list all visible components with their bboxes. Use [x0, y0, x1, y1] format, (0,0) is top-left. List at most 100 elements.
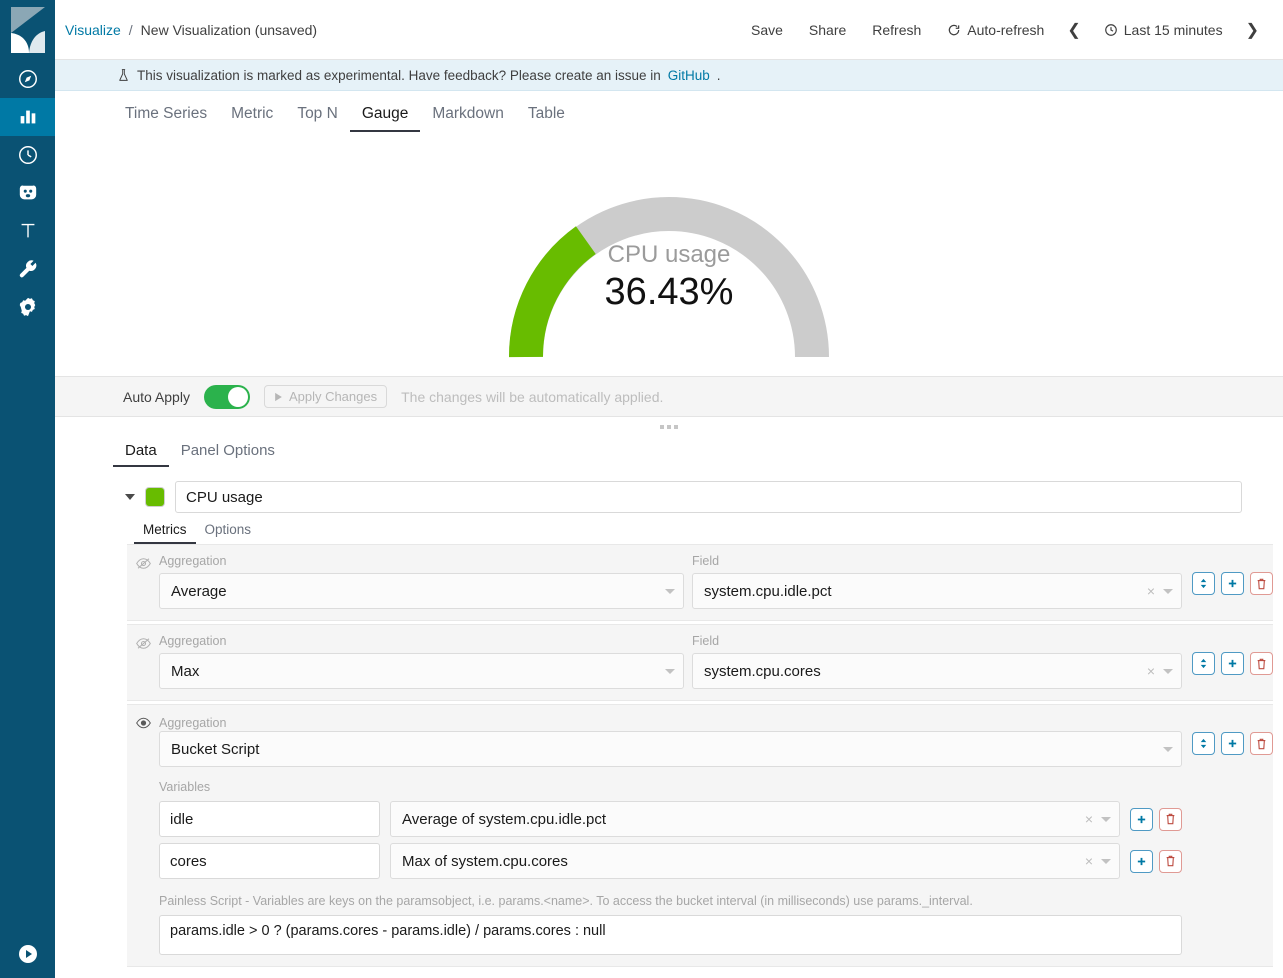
reorder-button[interactable] [1192, 732, 1215, 755]
reorder-button[interactable] [1192, 652, 1215, 675]
variable-metric-select[interactable]: Max of system.cpu.cores × [390, 843, 1120, 879]
tab-time-series[interactable]: Time Series [113, 100, 219, 133]
auto-refresh-button[interactable]: Auto-refresh [934, 22, 1057, 38]
subtab-metrics[interactable]: Metrics [134, 519, 196, 545]
top-bar-actions: Save Share Refresh Auto-refresh ❮ Last 1… [738, 20, 1269, 40]
share-button[interactable]: Share [796, 22, 859, 38]
auto-apply-toggle[interactable] [204, 385, 250, 409]
delete-metric-button[interactable] [1250, 572, 1273, 595]
clear-icon[interactable]: × [1077, 853, 1101, 869]
tab-panel-options[interactable]: Panel Options [169, 438, 287, 467]
field-select[interactable]: system.cpu.idle.pct × [692, 573, 1182, 609]
reorder-button[interactable] [1192, 572, 1215, 595]
field-value: system.cpu.idle.pct [704, 583, 1139, 600]
time-next-button[interactable]: ❯ [1236, 20, 1269, 40]
tab-top-n[interactable]: Top N [285, 100, 350, 133]
clear-icon[interactable]: × [1077, 811, 1101, 827]
sidebar-item-discover[interactable] [0, 60, 55, 98]
aggregation-value: Average [171, 583, 665, 600]
top-bar: Visualize / New Visualization (unsaved) … [55, 0, 1283, 60]
series-subtabs: Metrics Options [55, 513, 1283, 544]
toggle-visibility-button[interactable] [127, 714, 159, 729]
auto-apply-bar: Auto Apply Apply Changes The changes wil… [55, 376, 1283, 417]
metric-row-fields: Aggregation Average Field system.cpu.idl… [159, 554, 1192, 609]
sidebar-spacer [0, 326, 55, 930]
editor-tabs: Data Panel Options [55, 431, 1283, 467]
github-link[interactable]: GitHub [668, 68, 710, 83]
kibana-logo[interactable] [0, 0, 55, 60]
add-metric-button[interactable] [1221, 652, 1244, 675]
aggregation-select[interactable]: Average [159, 573, 684, 609]
clock-icon [1104, 23, 1118, 37]
variable-name-input[interactable] [159, 801, 380, 837]
toggle-visibility-button[interactable] [127, 634, 159, 650]
chevron-down-icon [665, 669, 675, 674]
aggregation-select[interactable]: Bucket Script [159, 731, 1182, 767]
variable-name-input[interactable] [159, 843, 380, 879]
add-metric-button[interactable] [1221, 732, 1244, 755]
time-prev-button[interactable]: ❮ [1057, 20, 1090, 40]
add-variable-button[interactable] [1130, 808, 1153, 831]
metric-row-fields: Aggregation Max Field system.cpu.cores × [159, 634, 1192, 689]
refresh-button[interactable]: Refresh [859, 22, 934, 38]
chevron-down-icon [1101, 859, 1111, 864]
toggle-visibility-button[interactable] [127, 554, 159, 570]
eye-closed-icon [136, 557, 151, 570]
eye-closed-icon [136, 637, 151, 650]
field-select[interactable]: system.cpu.cores × [692, 653, 1182, 689]
tab-metric[interactable]: Metric [219, 100, 285, 133]
sidebar-item-management[interactable] [0, 288, 55, 326]
tab-markdown[interactable]: Markdown [420, 100, 516, 133]
delete-variable-button[interactable] [1159, 808, 1182, 831]
chevron-down-icon[interactable] [125, 494, 135, 500]
apply-changes-button[interactable]: Apply Changes [264, 385, 387, 408]
aggregation-select[interactable]: Max [159, 653, 684, 689]
kibana-logo-mark [9, 7, 47, 53]
banner-period: . [717, 68, 721, 83]
variable-row-buttons [1130, 850, 1182, 873]
panel-resize-handle[interactable] [55, 417, 1283, 431]
delete-icon [1165, 855, 1176, 867]
sidebar-item-dashboard[interactable] [0, 136, 55, 174]
variable-metric-value: Average of system.cpu.idle.pct [402, 811, 1077, 828]
sidebar-item-machine-learning[interactable] [0, 174, 55, 212]
metric-row: Aggregation Average Field system.cpu.idl… [127, 544, 1273, 621]
sort-icon [1198, 738, 1209, 749]
editor-panel: Data Panel Options Metrics Options [55, 417, 1283, 978]
sidebar-item-dev-tools[interactable] [0, 250, 55, 288]
add-metric-button[interactable] [1221, 572, 1244, 595]
subtab-options[interactable]: Options [196, 519, 261, 545]
tab-data[interactable]: Data [113, 438, 169, 467]
clear-icon[interactable]: × [1139, 663, 1163, 679]
global-nav-sidebar [0, 0, 55, 978]
play-icon [274, 392, 283, 402]
experimental-banner-text: This visualization is marked as experime… [137, 68, 661, 83]
gauge-value: 36.43% [504, 269, 834, 317]
delete-variable-button[interactable] [1159, 850, 1182, 873]
sidebar-collapse-button[interactable] [0, 930, 55, 978]
tab-table[interactable]: Table [516, 100, 577, 133]
handle-dot [660, 425, 664, 429]
clear-icon[interactable]: × [1139, 583, 1163, 599]
delete-metric-button[interactable] [1250, 732, 1273, 755]
tab-gauge[interactable]: Gauge [350, 100, 421, 133]
aggregation-column: Aggregation Max [159, 634, 692, 689]
series-label-input[interactable] [175, 481, 1242, 513]
handle-dot [674, 425, 678, 429]
sidebar-item-timelion[interactable] [0, 212, 55, 250]
metric-row: Aggregation Bucket Script Variables Aver… [127, 704, 1273, 967]
painless-script-input[interactable]: params.idle > 0 ? (params.cores - params… [159, 915, 1182, 955]
variable-metric-select[interactable]: Average of system.cpu.idle.pct × [390, 801, 1120, 837]
breadcrumb-visualize[interactable]: Visualize [65, 22, 121, 38]
add-variable-button[interactable] [1130, 850, 1153, 873]
auto-apply-note: The changes will be automatically applie… [401, 389, 663, 405]
time-range-button[interactable]: Last 15 minutes [1091, 22, 1236, 38]
chevron-down-icon [1163, 747, 1173, 752]
delete-metric-button[interactable] [1250, 652, 1273, 675]
field-column: Field system.cpu.cores × [692, 634, 1192, 689]
sidebar-item-visualize[interactable] [0, 98, 55, 136]
bar-chart-icon [17, 106, 39, 128]
save-button[interactable]: Save [738, 22, 796, 38]
series-color-swatch[interactable] [145, 487, 165, 507]
aggregation-label: Aggregation [159, 634, 684, 649]
